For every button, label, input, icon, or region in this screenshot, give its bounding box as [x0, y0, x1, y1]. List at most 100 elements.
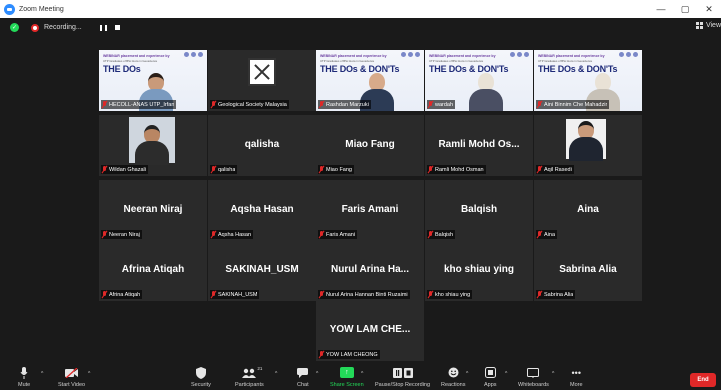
participant-name-label: HECOLL-ANAS UTP_Irfan: [101, 100, 177, 109]
chat-label: Chat: [297, 382, 309, 388]
participant-tile[interactable]: kho shiau ying kho shiau ying: [425, 240, 533, 301]
muted-microphone-icon: [102, 231, 107, 238]
participant-name-label: wardah: [427, 100, 456, 109]
participant-name: Rashdan Marzuki: [326, 101, 369, 108]
gallery-view: WEBINAR placement and experience by UTP G…: [0, 37, 721, 364]
security-label: Security: [191, 382, 211, 388]
participant-tile[interactable]: qalisha qalisha: [208, 115, 316, 176]
reactions-button[interactable]: Reactions: [441, 366, 465, 388]
participant-name-label: Geological Society Malaysia: [210, 100, 289, 109]
participants-label: Participants: [235, 382, 264, 388]
participant-tile[interactable]: YOW LAM CHE... YOW LAM CHEONG: [316, 300, 424, 361]
participant-name-label: qalisha: [210, 165, 238, 174]
participant-tile[interactable]: Geological Society Malaysia: [208, 50, 316, 111]
more-label: More: [570, 382, 583, 388]
participant-display-name: Nurul Arina Ha...: [331, 264, 409, 275]
muted-microphone-icon: [211, 101, 216, 108]
participants-options-chevron-icon[interactable]: ^: [275, 371, 277, 377]
security-button[interactable]: Security: [191, 366, 211, 388]
participant-name-label: Afrina Atiqah: [101, 290, 143, 299]
whiteboards-button[interactable]: Whiteboards: [518, 366, 549, 388]
video-options-chevron-icon[interactable]: ^: [88, 371, 90, 377]
muted-microphone-icon: [211, 291, 216, 298]
participant-name-label: kho shiau ying: [427, 290, 473, 299]
slide-subheading: UTP Graduates of BSc Hons in Geoscience: [429, 59, 484, 63]
chat-options-chevron-icon[interactable]: ^: [316, 371, 318, 377]
encryption-shield-icon[interactable]: [10, 23, 19, 32]
participant-tile[interactable]: Miao Fang Miao Fang: [316, 115, 424, 176]
muted-microphone-icon: [102, 166, 107, 173]
pause-stop-recording-label: Pause/Stop Recording: [375, 382, 431, 388]
start-video-button[interactable]: Start Video: [58, 366, 85, 388]
participants-button[interactable]: 21 Participants: [235, 366, 264, 388]
pause-recording-icon[interactable]: [99, 24, 107, 31]
participant-tile[interactable]: Ramli Mohd Os... Ramli Mohd Osman: [425, 115, 533, 176]
share-screen-button[interactable]: ↑ Share Screen: [330, 366, 364, 388]
end-meeting-button[interactable]: End: [690, 373, 716, 387]
participant-display-name: Aina: [577, 204, 599, 215]
participant-tile[interactable]: Neeran Niraj Neeran Niraj: [99, 180, 207, 241]
participant-tile[interactable]: WEBINAR placement and experience by UTP G…: [425, 50, 533, 111]
participant-display-name: YOW LAM CHE...: [329, 324, 411, 335]
participant-display-name: Ramli Mohd Os...: [438, 139, 520, 150]
participant-display-name: Miao Fang: [345, 139, 395, 150]
participant-tile[interactable]: Faris Amani Faris Amani: [316, 180, 424, 241]
start-video-label: Start Video: [58, 382, 86, 388]
stop-recording-icon[interactable]: [114, 25, 120, 30]
geological-society-logo-icon: [248, 58, 276, 86]
mute-button[interactable]: Mute: [18, 366, 30, 388]
share-options-chevron-icon[interactable]: ^: [361, 371, 363, 377]
apps-options-chevron-icon[interactable]: ^: [505, 371, 507, 377]
close-button[interactable]: ✕: [697, 0, 721, 18]
participant-display-name: SAKINAH_USM: [225, 264, 299, 275]
whiteboards-options-chevron-icon[interactable]: ^: [552, 371, 554, 377]
participant-tile[interactable]: WEBINAR placement and experience by UTP G…: [99, 50, 207, 111]
participant-tile[interactable]: Nurul Arina Ha... Nurul Arina Hannan Bint…: [316, 240, 424, 301]
participant-tile[interactable]: Aqil Rasedi: [534, 115, 642, 176]
participant-video-person: [569, 121, 603, 161]
more-button[interactable]: ••• More: [570, 366, 583, 389]
meeting-top-bar: Recording... View: [0, 18, 721, 37]
muted-microphone-icon: [537, 231, 542, 238]
participant-name-label: Aqil Rasedi: [536, 165, 574, 174]
participant-tile[interactable]: Balqish Balqish: [425, 180, 533, 241]
audio-options-chevron-icon[interactable]: ^: [41, 371, 43, 377]
slide-subheading: UTP Graduates of BSc Hons in Geoscience: [320, 59, 375, 63]
chat-button[interactable]: Chat: [297, 366, 309, 388]
zoom-window: Zoom Meeting — ▢ ✕ Recording... View WEB…: [0, 0, 721, 390]
recording-status: Recording...: [44, 24, 82, 31]
participant-tile[interactable]: WEBINAR placement and experience by UTP G…: [534, 50, 642, 111]
participant-tile[interactable]: SAKINAH_USM SAKINAH_USM: [208, 240, 316, 301]
slide-subheading: UTP Graduates of BSc Hons in Geoscience: [103, 59, 158, 63]
participant-tile[interactable]: Aqsha Hasan Aqsha Hasan: [208, 180, 316, 241]
participant-name: Ramli Mohd Osman: [435, 166, 484, 173]
pause-stop-recording-button[interactable]: Pause/Stop Recording: [375, 366, 430, 388]
reactions-options-chevron-icon[interactable]: ^: [466, 371, 468, 377]
participant-name-label: Ramli Mohd Osman: [427, 165, 486, 174]
whiteboard-icon: [527, 366, 540, 379]
whiteboards-label: Whiteboards: [518, 382, 549, 388]
maximize-button[interactable]: ▢: [673, 0, 697, 18]
participant-name-label: Aini Binnim Che Mahadzir: [536, 100, 610, 109]
muted-microphone-icon: [319, 351, 324, 358]
participant-tile[interactable]: Afrina Atiqah Afrina Atiqah: [99, 240, 207, 301]
participant-tile[interactable]: Sabrina Alia Sabrina Alia: [534, 240, 642, 301]
video-off-icon: [64, 366, 79, 379]
participant-tile[interactable]: Aina Aina: [534, 180, 642, 241]
apps-button[interactable]: Apps: [484, 366, 497, 388]
share-screen-arrow-icon: ↑: [339, 367, 354, 378]
share-screen-icon-wrap: ↑: [339, 366, 354, 379]
minimize-button[interactable]: —: [649, 0, 673, 18]
participant-name-label: Neeran Niraj: [101, 230, 142, 239]
chat-bubble-icon: [297, 366, 309, 379]
participant-tile[interactable]: Wildan Ghazali: [99, 115, 207, 176]
pause-stop-icon: [392, 366, 413, 379]
muted-microphone-icon: [428, 291, 433, 298]
view-button[interactable]: View: [695, 22, 721, 29]
slide-heading: WEBINAR placement and experience by: [103, 54, 170, 58]
slide-title: THE DOs: [103, 64, 141, 74]
participant-name-label: Miao Fang: [318, 165, 354, 174]
participant-tile[interactable]: WEBINAR placement and experience by UTP G…: [316, 50, 424, 111]
participant-display-name: Afrina Atiqah: [121, 264, 185, 275]
participant-name-label: YOW LAM CHEONG: [318, 350, 380, 359]
